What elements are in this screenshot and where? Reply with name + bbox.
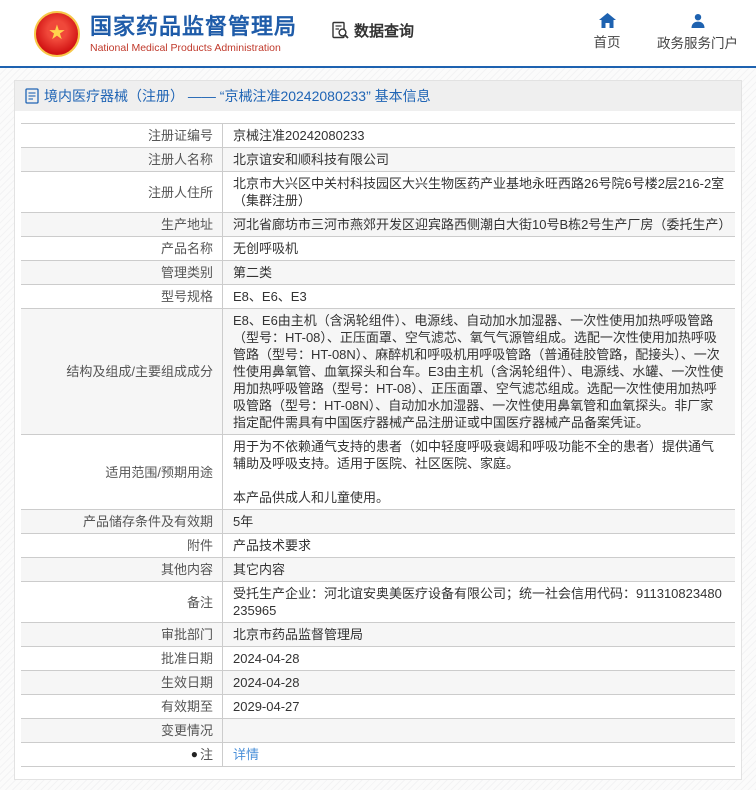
row-label: 适用范围/预期用途 — [21, 435, 223, 509]
content-panel: 境内医疗器械（注册） —— “京械注准20242080233” 基本信息 注册证… — [14, 80, 742, 780]
row-value: 5年 — [223, 510, 735, 533]
row-label: 注册人住所 — [21, 172, 223, 212]
table-row-remarks: 备注 受托生产企业：河北谊安奥美医疗设备有限公司；统一社会信用代码：911310… — [21, 582, 735, 623]
breadcrumb: 境内医疗器械（注册） —— “京械注准20242080233” 基本信息 — [15, 81, 741, 111]
home-label: 首页 — [594, 31, 621, 51]
row-label: 注册人名称 — [21, 148, 223, 171]
table-row-model-spec: 型号规格 E8、E6、E3 — [21, 285, 735, 309]
row-value: 产品技术要求 — [223, 534, 735, 557]
top-links: 首页 政务服务门户 — [587, 13, 738, 52]
row-value: E8、E6、E3 — [223, 285, 735, 308]
row-label: 产品储存条件及有效期 — [21, 510, 223, 533]
row-label: 产品名称 — [21, 237, 223, 260]
row-label: 附件 — [21, 534, 223, 557]
breadcrumb-text: 境内医疗器械（注册） —— “京械注准20242080233” 基本信息 — [44, 86, 431, 106]
home-link[interactable]: 首页 — [587, 13, 627, 52]
star-icon: ★ — [48, 23, 66, 43]
row-label: 型号规格 — [21, 285, 223, 308]
row-value: 第二类 — [223, 261, 735, 284]
row-label: 批准日期 — [21, 647, 223, 670]
note-icon: ● — [191, 746, 198, 763]
table-row-product-name: 产品名称 无创呼吸机 — [21, 237, 735, 261]
table-row-note: ● 注 详情 — [21, 743, 735, 767]
table-row-attachment: 附件 产品技术要求 — [21, 534, 735, 558]
data-query-label: 数据查询 — [354, 20, 414, 41]
data-query-nav[interactable]: 数据查询 — [331, 20, 414, 41]
row-value: 无创呼吸机 — [223, 237, 735, 260]
row-value: 其它内容 — [223, 558, 735, 581]
row-value: E8、E6由主机（含涡轮组件）、电源线、自动加水加湿器、一次性使用加热呼吸管路（… — [223, 309, 735, 434]
row-value: 2024-04-28 — [223, 647, 735, 670]
row-value: 用于为不依赖通气支持的患者（如中轻度呼吸衰竭和呼吸功能不全的患者）提供通气辅助及… — [223, 435, 735, 509]
gov-portal-link[interactable]: 政务服务门户 — [657, 13, 738, 52]
agency-title: 国家药品监督管理局 — [90, 14, 297, 40]
table-row-structure-composition: 结构及组成/主要组成成分 E8、E6由主机（含涡轮组件）、电源线、自动加水加湿器… — [21, 309, 735, 435]
data-query-icon — [331, 21, 350, 40]
site-header: ★ 国家药品监督管理局 National Medical Products Ad… — [0, 0, 756, 66]
row-label: 其他内容 — [21, 558, 223, 581]
details-link[interactable]: 详情 — [233, 746, 725, 763]
row-label: 注册证编号 — [21, 124, 223, 147]
registration-info-table: 注册证编号 京械注准20242080233 注册人名称 北京谊安和顺科技有限公司… — [21, 123, 735, 767]
row-label: 有效期至 — [21, 695, 223, 718]
row-value: 北京市大兴区中关村科技园区大兴生物医药产业基地永旺西路26号院6号楼2层216-… — [223, 172, 735, 212]
table-row-registration-number: 注册证编号 京械注准20242080233 — [21, 124, 735, 148]
user-icon — [690, 13, 706, 29]
row-value — [223, 719, 735, 742]
table-row-other-content: 其他内容 其它内容 — [21, 558, 735, 582]
row-label: 审批部门 — [21, 623, 223, 646]
detail-table-wrapper: 注册证编号 京械注准20242080233 注册人名称 北京谊安和顺科技有限公司… — [15, 111, 741, 779]
row-label: 备注 — [21, 582, 223, 622]
row-value: 2029-04-27 — [223, 695, 735, 718]
row-label: 结构及组成/主要组成成分 — [21, 309, 223, 434]
table-row-registrant-address: 注册人住所 北京市大兴区中关村科技园区大兴生物医药产业基地永旺西路26号院6号楼… — [21, 172, 735, 213]
row-label: 管理类别 — [21, 261, 223, 284]
agency-subtitle: National Medical Products Administration — [90, 42, 297, 54]
row-label: 生效日期 — [21, 671, 223, 694]
home-icon — [599, 13, 616, 28]
row-value: 受托生产企业：河北谊安奥美医疗设备有限公司；统一社会信用代码：911310823… — [223, 582, 735, 622]
table-row-effective-date: 生效日期 2024-04-28 — [21, 671, 735, 695]
row-value: 北京市药品监督管理局 — [223, 623, 735, 646]
row-label: 生产地址 — [21, 213, 223, 236]
row-label: 变更情况 — [21, 719, 223, 742]
row-value: 河北省廊坊市三河市燕郊开发区迎宾路西侧潮白大街10号B栋2号生产厂房（委托生产） — [223, 213, 735, 236]
table-row-approval-department: 审批部门 北京市药品监督管理局 — [21, 623, 735, 647]
agency-logo[interactable]: ★ 国家药品监督管理局 National Medical Products Ad… — [34, 11, 297, 57]
agency-name-block: 国家药品监督管理局 National Medical Products Admi… — [90, 14, 297, 54]
document-icon — [25, 88, 39, 104]
page-background: 境内医疗器械（注册） —— “京械注准20242080233” 基本信息 注册证… — [0, 68, 756, 790]
table-row-registrant-name: 注册人名称 北京谊安和顺科技有限公司 — [21, 148, 735, 172]
table-row-change-status: 变更情况 — [21, 719, 735, 743]
row-value: 北京谊安和顺科技有限公司 — [223, 148, 735, 171]
gov-portal-label: 政务服务门户 — [657, 32, 738, 52]
table-row-production-address: 生产地址 河北省廊坊市三河市燕郊开发区迎宾路西侧潮白大街10号B栋2号生产厂房（… — [21, 213, 735, 237]
row-label: ● 注 — [21, 743, 223, 766]
table-row-intended-use: 适用范围/预期用途 用于为不依赖通气支持的患者（如中轻度呼吸衰竭和呼吸功能不全的… — [21, 435, 735, 510]
table-row-approval-date: 批准日期 2024-04-28 — [21, 647, 735, 671]
table-row-storage-validity: 产品储存条件及有效期 5年 — [21, 510, 735, 534]
note-label: 注 — [200, 746, 213, 763]
row-value: 详情 — [223, 743, 735, 766]
intended-use-paragraph-2: 本产品供成人和儿童使用。 — [233, 489, 725, 506]
row-value: 京械注准20242080233 — [223, 124, 735, 147]
table-row-expiry-date: 有效期至 2029-04-27 — [21, 695, 735, 719]
intended-use-paragraph-1: 用于为不依赖通气支持的患者（如中轻度呼吸衰竭和呼吸功能不全的患者）提供通气辅助及… — [233, 438, 725, 472]
table-row-management-class: 管理类别 第二类 — [21, 261, 735, 285]
row-value: 2024-04-28 — [223, 671, 735, 694]
national-emblem-icon: ★ — [34, 11, 80, 57]
